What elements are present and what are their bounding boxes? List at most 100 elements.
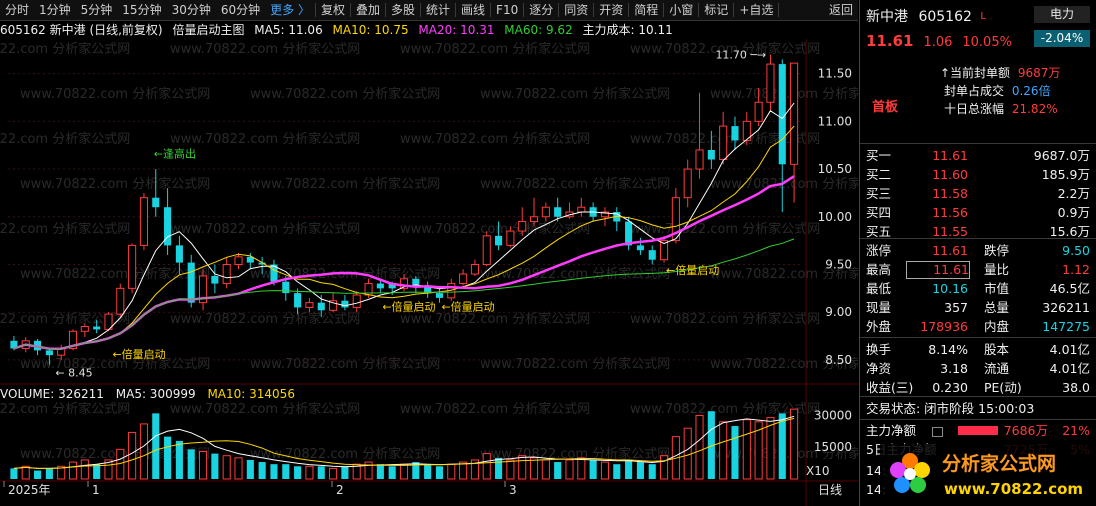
volume-bar bbox=[187, 449, 195, 479]
tool-button-5[interactable]: F10 bbox=[491, 0, 523, 20]
tool-button-3[interactable]: 统计 bbox=[421, 0, 455, 20]
seal-amount-label: ↑当前封单额 bbox=[940, 66, 1011, 80]
volume-bar bbox=[376, 464, 384, 479]
volume-bar bbox=[600, 461, 610, 480]
tool-button-4[interactable]: 画线 bbox=[456, 0, 490, 20]
bid-row: 买三 11.58 2.2万 bbox=[866, 184, 1091, 203]
volume-bar bbox=[790, 408, 799, 480]
trade-status: 交易状态: 闭市阶段 15:00:03 bbox=[866, 399, 1091, 418]
stat-label: 外盘 bbox=[866, 319, 892, 334]
stat-label-2: 市值 bbox=[984, 281, 1010, 296]
date-tick-label: 1 bbox=[92, 483, 100, 497]
tool-button-10[interactable]: 小窗 bbox=[664, 0, 698, 20]
period-tab-3[interactable]: 15分钟 bbox=[117, 0, 166, 20]
price-tick-label: 9.50 bbox=[825, 257, 852, 271]
chart-indicator-header: 605162 新中港 (日线,前复权) 倍量启动主图 MA5: 11.06 MA… bbox=[0, 21, 858, 39]
volume-bar bbox=[45, 468, 53, 479]
fund-value-2: 38.0 bbox=[1062, 380, 1090, 395]
candle-body bbox=[459, 273, 468, 285]
stat-label: 最高 bbox=[866, 262, 892, 277]
candle-body bbox=[766, 63, 775, 103]
candle-body bbox=[648, 250, 656, 260]
candle-body bbox=[495, 235, 503, 246]
tool-button-9[interactable]: 简程 bbox=[629, 0, 663, 20]
seal-ratio: 0.26倍 bbox=[1011, 84, 1051, 98]
stat-row: 现量 357 总量 326211 bbox=[866, 298, 1091, 317]
sector-tag[interactable]: 电力 bbox=[1034, 6, 1090, 23]
period-tab-2[interactable]: 5分钟 bbox=[76, 0, 118, 20]
volume-multiplier: X10 bbox=[806, 464, 830, 478]
watermark-text: www.70822.com 分析家公式网 bbox=[20, 176, 210, 192]
candle-body bbox=[707, 149, 715, 160]
watermark-text: www.70822.com 分析家公式网 bbox=[250, 356, 440, 372]
volume-bar bbox=[399, 463, 409, 480]
candle-body bbox=[341, 300, 349, 308]
date-tick-label: 2025年 bbox=[8, 483, 51, 497]
bid-label: 买二 bbox=[866, 167, 892, 182]
info-icon[interactable] bbox=[932, 427, 943, 437]
candle-body bbox=[175, 245, 183, 263]
volume-tick-label: 15000 bbox=[814, 440, 852, 454]
period-tab-0[interactable]: 分时 bbox=[0, 0, 34, 20]
fund-value-2: 4.01亿 bbox=[1049, 342, 1090, 357]
watermark-text: www.70822.com 分析家公式网 bbox=[0, 401, 130, 417]
bid-price: 11.55 bbox=[932, 224, 968, 239]
volume-bar bbox=[294, 466, 302, 479]
kline-chart[interactable]: www.70822.com 分析家公式网 www.70822.com 分析家公式网… bbox=[0, 39, 858, 506]
watermark-text: www.70822.com 分析家公式网 bbox=[480, 176, 670, 192]
watermark-text: www.70822.com 分析家公式网 bbox=[400, 221, 590, 237]
watermark-text: www.70822.com 分析家公式网 bbox=[630, 221, 820, 237]
watermark-text: www.70822.com 分析家公式网 bbox=[170, 41, 360, 57]
candle-body bbox=[116, 287, 125, 315]
bid-volume: 9687.0万 bbox=[1033, 148, 1090, 163]
date-tick-label: 2 bbox=[336, 483, 344, 497]
candle-body bbox=[529, 216, 539, 223]
stat-row: 涨停 11.61 跌停 9.50 bbox=[866, 241, 1091, 260]
main-net-label: 主力净额 bbox=[866, 423, 917, 438]
watermark-text: www.70822.com 分析家公式网 bbox=[400, 41, 590, 57]
tool-button-6[interactable]: 逐分 bbox=[524, 0, 558, 20]
volume-bar bbox=[625, 459, 633, 479]
stat-label-2: 总量 bbox=[984, 300, 1010, 315]
period-tab-4[interactable]: 30分钟 bbox=[167, 0, 216, 20]
watermark-text: www.70822.com 分析家公式网 bbox=[20, 86, 210, 102]
volume-bar bbox=[613, 464, 621, 479]
watermark-text: www.70822.com 分析家公式网 bbox=[630, 311, 820, 327]
volume-bar bbox=[198, 450, 208, 480]
more-periods-button[interactable]: 更多 〉 bbox=[265, 0, 315, 20]
candle-body bbox=[45, 350, 53, 356]
bid-volume: 15.6万 bbox=[1049, 224, 1090, 239]
candle-body bbox=[506, 230, 515, 246]
watermark-text: www.70822.com 分析家公式网 bbox=[400, 401, 590, 417]
candle-body bbox=[636, 245, 644, 251]
volume-start-signal: ←倍量启动 bbox=[666, 263, 719, 277]
volume-bar bbox=[660, 455, 669, 480]
indicator-name[interactable]: 倍量启动主图 bbox=[172, 23, 244, 37]
volume-bar bbox=[258, 462, 266, 479]
period-tab-1[interactable]: 1分钟 bbox=[34, 0, 76, 20]
candle-body bbox=[128, 244, 137, 289]
bid-price: 11.61 bbox=[932, 148, 968, 163]
last-price: 11.61 bbox=[866, 32, 914, 50]
fund-label-2: 流通 bbox=[984, 361, 1010, 376]
candle-body bbox=[80, 326, 89, 332]
period-tab-5[interactable]: 60分钟 bbox=[216, 0, 265, 20]
tool-button-8[interactable]: 开资 bbox=[594, 0, 628, 20]
volume-bar bbox=[424, 464, 432, 479]
stat-label: 涨停 bbox=[866, 243, 892, 258]
tool-button-1[interactable]: 叠加 bbox=[351, 0, 385, 20]
back-button[interactable]: 返回 bbox=[824, 0, 858, 20]
stat-label-2: 内盘 bbox=[984, 319, 1010, 334]
price-tick-label: 10.00 bbox=[818, 210, 852, 224]
price-tick-label: 11.50 bbox=[818, 67, 852, 81]
tool-button-2[interactable]: 多股 bbox=[386, 0, 420, 20]
candle-body bbox=[470, 263, 479, 275]
tool-button-11[interactable]: 标记 bbox=[699, 0, 733, 20]
tool-button-0[interactable]: 复权 bbox=[316, 0, 350, 20]
stat-value: 357 bbox=[944, 300, 968, 315]
tool-button-7[interactable]: 同资 bbox=[559, 0, 593, 20]
vol-ma5-value: MA5: 300999 bbox=[115, 387, 196, 401]
tool-button-12[interactable]: +自选 bbox=[734, 0, 778, 20]
volume-bar bbox=[80, 459, 89, 480]
volume-bar bbox=[222, 455, 231, 480]
